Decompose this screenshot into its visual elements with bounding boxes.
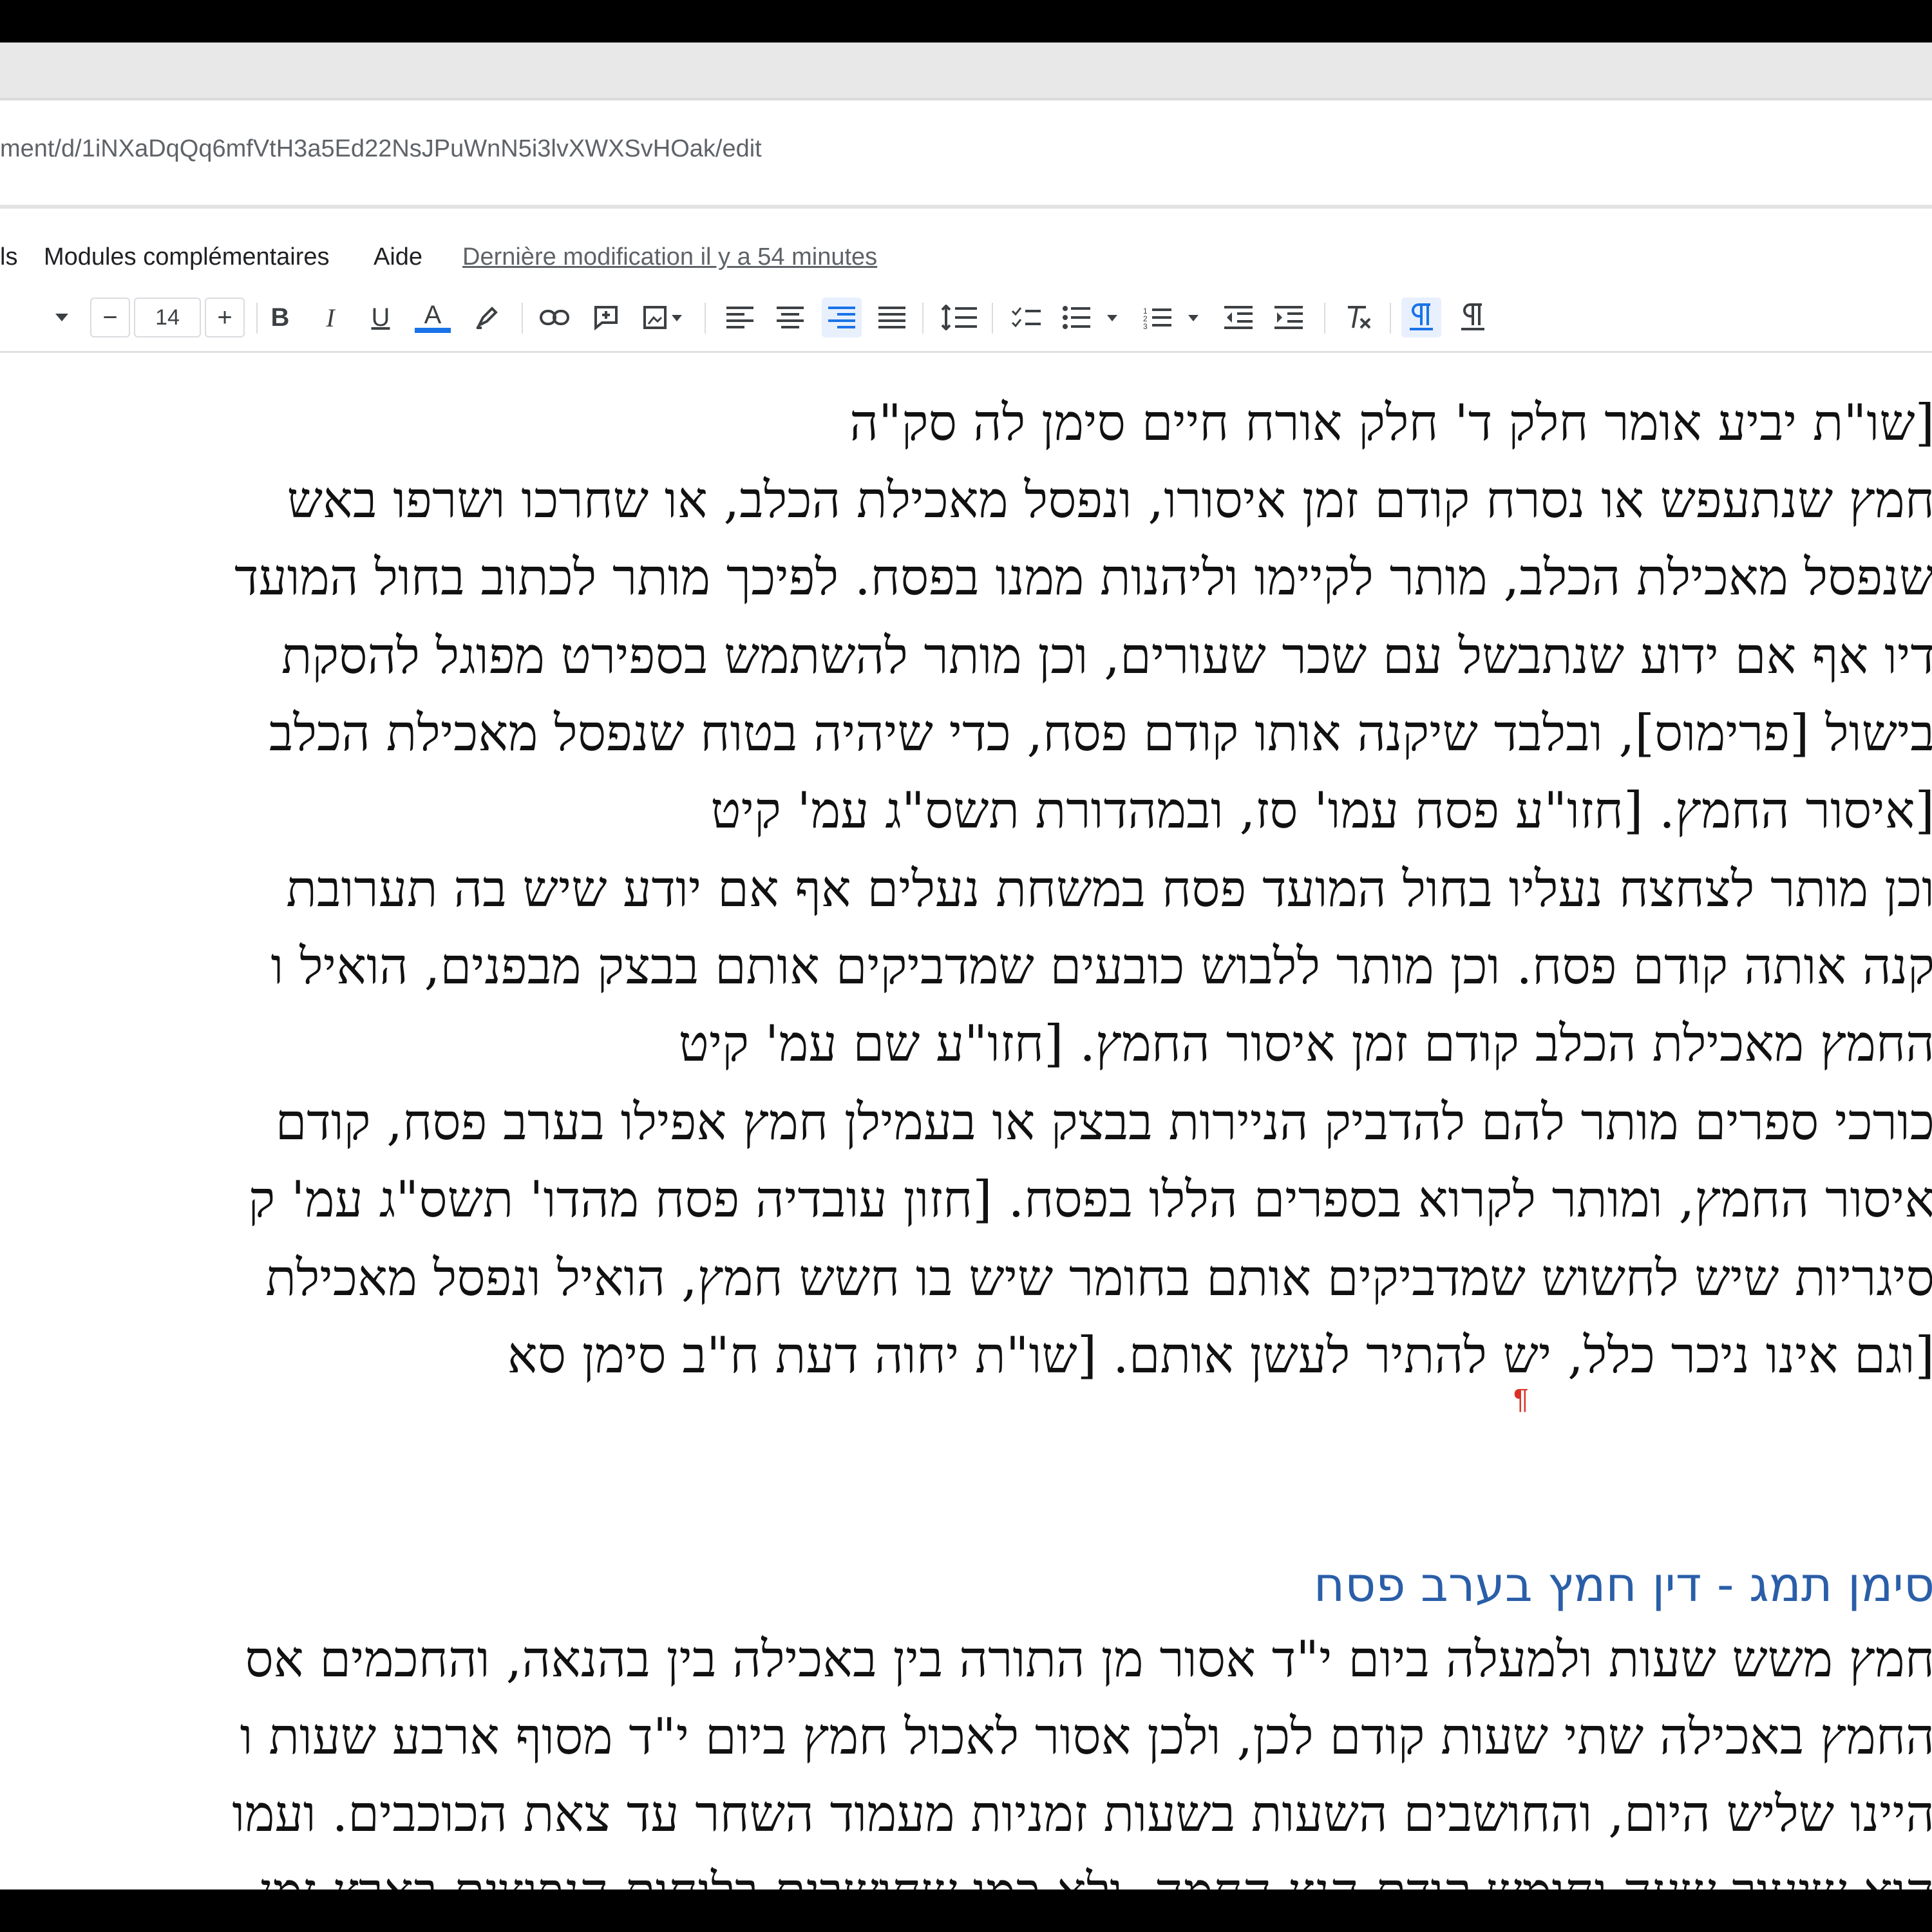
line-text: שנפסל מאכילת הכלב, מותר לקיימו וליהנות מ…	[234, 549, 1932, 607]
font-size-input[interactable]: 14	[134, 298, 201, 337]
line-text: חמץ שנתעפש או נסרח קודם זמן איסורו, ונפס…	[287, 471, 1932, 529]
doc-line: סיגריות שיש לחשוש שמדביקים אותם בחומר שי…	[265, 1253, 1932, 1303]
line-text: בישול [פרימוס], ובלבד שיקנה אותו קודם פס…	[269, 705, 1932, 762]
line-text: הוא שיעור שעה וחומש קודם הנץ החמה, ולא כ…	[260, 1862, 1932, 1889]
line-spacing-icon[interactable]	[938, 298, 980, 337]
toolbar-divider	[1324, 303, 1325, 334]
rtl-paragraph-icon[interactable]	[1401, 298, 1441, 337]
insert-image-icon[interactable]	[638, 298, 689, 337]
line-text: [איסור החמץ. [חזו"ע פסח עמו' סז, ובמהדור…	[710, 782, 1932, 840]
doc-line: דיו אף אם ידוע שנתבשל עם שכר שעורים, וכן…	[281, 631, 1932, 681]
bold-button[interactable]: B	[264, 298, 296, 337]
toolbar-divider	[522, 303, 523, 334]
doc-line: כורכי ספרים מותר להם להדביק הניירות בבצק…	[276, 1097, 1932, 1148]
doc-line: שנפסל מאכילת הכלב, מותר לקיימו וליהנות מ…	[234, 553, 1932, 603]
doc-line: [שו"ת יביע אומר חלק ד' חלק אורח חיים סימ…	[849, 398, 1932, 448]
address-bar[interactable]: ment/d/1iNXaDqQq6mfVtH3a5Ed22NsJPuWnN5i3…	[0, 98, 1932, 209]
line-text: כורכי ספרים מותר להם להדביק הניירות בבצק…	[275, 1094, 1932, 1151]
text-color-icon: A	[424, 301, 442, 329]
browser-window: ment/d/1iNXaDqQq6mfVtH3a5Ed22NsJPuWnN5i3…	[0, 43, 1932, 1889]
toolbar-divider	[992, 303, 993, 334]
insert-link-icon[interactable]	[535, 298, 574, 337]
bulleted-list-icon[interactable]	[1056, 298, 1126, 337]
toolbar-divider	[256, 303, 258, 334]
underline-icon: U	[371, 303, 390, 332]
add-comment-icon[interactable]	[586, 298, 626, 337]
docs-menubar: ls Modules complémentaires Aide Dernière…	[0, 229, 1932, 281]
text-color-button[interactable]: A	[413, 298, 452, 337]
docs-toolbar: − 14 + B I U A 1 2 3	[0, 286, 1932, 353]
plus-label: +	[217, 303, 232, 332]
increase-indent-icon[interactable]	[1270, 298, 1307, 337]
doc-line: איסור החמץ, ומותר לקרוא בספרים הללו בפסח…	[248, 1175, 1932, 1225]
line-text: סיגריות שיש לחשוש שמדביקים אותם בחומר שי…	[265, 1249, 1932, 1307]
line-text: החמץ באכילה שתי שעות קודם לכן, ולכן אסור…	[240, 1708, 1932, 1766]
doc-line: חמץ שנתעפש או נסרח קודם זמן איסורו, ונפס…	[287, 475, 1932, 526]
line-text: חמץ משש שעות ולמעלה ביום י"ד אסור מן התו…	[245, 1631, 1932, 1689]
line-text: היינו שליש היום, והחושבים השעות בשעות זמ…	[232, 1785, 1932, 1843]
toolbar-divider	[922, 303, 923, 334]
menu-item-tools[interactable]: ls	[0, 243, 17, 271]
toolbar-divider	[1390, 303, 1391, 334]
align-left-icon[interactable]	[721, 298, 759, 337]
align-justify-icon[interactable]	[873, 298, 911, 337]
doc-line: וכן מותר לצחצח נעליו בחול המועד פסח במשח…	[286, 864, 1932, 914]
minus-label: −	[102, 303, 118, 332]
url-text[interactable]: ment/d/1iNXaDqQq6mfVtH3a5Ed22NsJPuWnN5i3…	[0, 135, 762, 163]
paragraph-mark-icon: ¶	[1513, 1383, 1529, 1415]
decrease-indent-icon[interactable]	[1220, 298, 1257, 337]
checklist-icon[interactable]	[1006, 298, 1046, 337]
italic-button[interactable]: I	[314, 298, 346, 337]
document-canvas[interactable]: [שו"ת יביע אומר חלק ד' חלק אורח חיים סימ…	[0, 353, 1932, 1889]
doc-line: היינו שליש היום, והחושבים השעות בשעות זמ…	[232, 1789, 1932, 1839]
last-edit-link[interactable]: Dernière modification il y a 54 minutes	[462, 243, 877, 271]
tab-strip	[0, 43, 1932, 98]
toolbar-divider	[705, 303, 706, 334]
numbered-list-icon[interactable]: 123	[1137, 298, 1207, 337]
ltr-paragraph-icon[interactable]	[1453, 298, 1493, 337]
line-text: קנה אותה קודם פסח. וכן מותר ללבוש כובעים…	[270, 938, 1932, 996]
doc-line: [איסור החמץ. [חזו"ע פסח עמו' סז, ובמהדור…	[711, 786, 1932, 836]
text-color-swatch	[415, 328, 451, 333]
line-text: איסור החמץ, ומותר לקרוא בספרים הללו בפסח…	[248, 1171, 1932, 1229]
doc-line: החמץ מאכילת הכלב קודם זמן איסור החמץ. [ח…	[679, 1019, 1932, 1069]
doc-line: בישול [פרימוס], ובלבד שיקנה אותו קודם פס…	[269, 708, 1932, 759]
align-center-icon[interactable]	[772, 298, 809, 337]
menu-item-help[interactable]: Aide	[374, 243, 422, 271]
italic-icon: I	[326, 303, 335, 332]
doc-line: חמץ משש שעות ולמעלה ביום י"ד אסור מן התו…	[245, 1634, 1932, 1685]
line-text: [וגם אינו ניכר כלל, יש להתיר לעשן אותם. …	[507, 1327, 1932, 1385]
doc-line: החמץ באכילה שתי שעות קודם לכן, ולכן אסור…	[240, 1712, 1932, 1762]
line-text: [שו"ת יביע אומר חלק ד' חלק אורח חיים סימ…	[849, 394, 1932, 452]
doc-line: [וגם אינו ניכר כלל, יש להתיר לעשן אותם. …	[507, 1331, 1932, 1381]
doc-line: הוא שיעור שעה וחומש קודם הנץ החמה, ולא כ…	[260, 1866, 1932, 1889]
bold-icon: B	[270, 303, 290, 332]
line-text: החמץ מאכילת הכלב קודם זמן איסור החמץ. [ח…	[678, 1015, 1932, 1073]
underline-button[interactable]: U	[365, 298, 397, 337]
align-right-icon[interactable]	[822, 298, 862, 337]
highlight-pen-icon[interactable]	[469, 298, 505, 337]
svg-text:3: 3	[1143, 322, 1148, 329]
decrease-font-size-button[interactable]: −	[90, 298, 130, 337]
line-text: דיו אף אם ידוע שנתבשל עם שכר שעורים, וכן…	[281, 627, 1932, 685]
menu-item-addons[interactable]: Modules complémentaires	[44, 243, 330, 271]
section-heading: סימן תמג - דין חמץ בערב פסח	[1313, 1557, 1932, 1613]
doc-line: קנה אותה קודם פסח. וכן מותר ללבוש כובעים…	[271, 942, 1932, 992]
increase-font-size-button[interactable]: +	[205, 298, 245, 337]
line-text: וכן מותר לצחצח נעליו בחול המועד פסח במשח…	[286, 860, 1932, 918]
font-dropdown-arrow-icon[interactable]	[49, 298, 75, 337]
clear-formatting-icon[interactable]	[1340, 298, 1377, 337]
